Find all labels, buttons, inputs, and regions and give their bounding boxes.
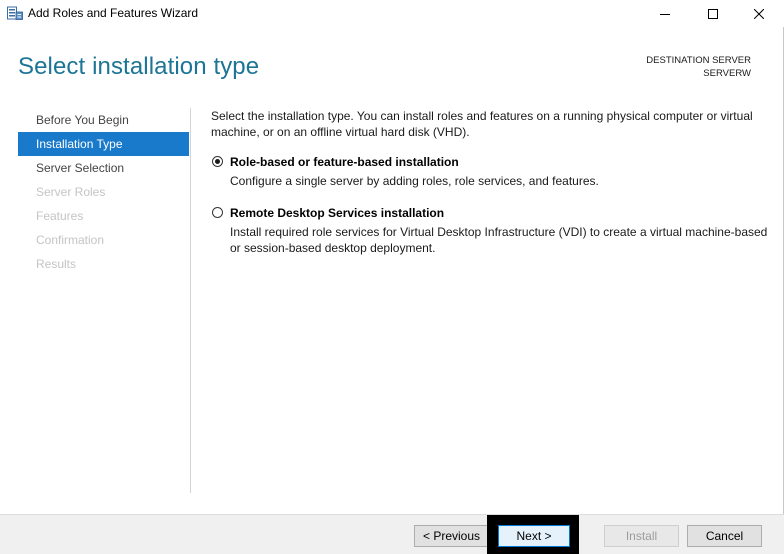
option-remote-desktop-title[interactable]: Remote Desktop Services installation	[230, 205, 771, 221]
option-role-based[interactable]: Role-based or feature-based installation…	[211, 154, 771, 189]
minimize-button[interactable]	[642, 0, 688, 27]
option-remote-desktop-description: Install required role services for Virtu…	[230, 225, 768, 255]
remote-desktop-radio[interactable]	[212, 207, 223, 218]
nav-item-server-selection[interactable]: Server Selection	[18, 156, 189, 180]
server-manager-icon	[7, 6, 23, 20]
destination-server-label: DESTINATION SERVER	[646, 55, 751, 66]
nav-item-features: Features	[36, 209, 84, 223]
previous-button[interactable]: < Previous	[414, 525, 489, 547]
main-content: Select the installation type. You can in…	[211, 108, 771, 256]
nav-divider	[190, 108, 191, 493]
role-based-radio[interactable]	[212, 156, 223, 167]
cancel-button[interactable]: Cancel	[687, 525, 762, 547]
wizard-nav: Before You Begin Installation Type Serve…	[18, 108, 189, 276]
close-button[interactable]	[736, 0, 782, 27]
install-button: Install	[604, 525, 679, 547]
intro-text: Select the installation type. You can in…	[211, 109, 753, 139]
option-remote-desktop[interactable]: Remote Desktop Services installation Ins…	[211, 205, 771, 256]
window-title: Add Roles and Features Wizard	[28, 6, 199, 20]
option-role-based-description: Configure a single server by adding role…	[230, 174, 599, 188]
minimize-icon	[660, 13, 670, 15]
page-title: Select installation type	[18, 53, 260, 80]
nav-item-server-roles: Server Roles	[36, 185, 106, 199]
nav-item-confirmation: Confirmation	[36, 233, 105, 247]
title-bar[interactable]: Add Roles and Features Wizard	[0, 0, 784, 27]
maximize-icon	[708, 8, 718, 19]
destination-server: DESTINATION SERVER SERVERW	[646, 54, 751, 80]
nav-item-results: Results	[36, 257, 77, 271]
destination-server-value: SERVERW	[703, 68, 751, 79]
nav-item-installation-type[interactable]: Installation Type	[18, 132, 189, 156]
wizard-window: Add Roles and Features Wizard Select ins…	[0, 0, 784, 554]
wizard-footer: < Previous Next > Install Cancel	[0, 514, 784, 554]
option-role-based-title[interactable]: Role-based or feature-based installation	[230, 154, 771, 170]
next-button[interactable]: Next >	[498, 525, 570, 547]
nav-item-before-you-begin[interactable]: Before You Begin	[18, 108, 189, 132]
maximize-button[interactable]	[690, 0, 736, 27]
close-icon	[754, 8, 764, 19]
